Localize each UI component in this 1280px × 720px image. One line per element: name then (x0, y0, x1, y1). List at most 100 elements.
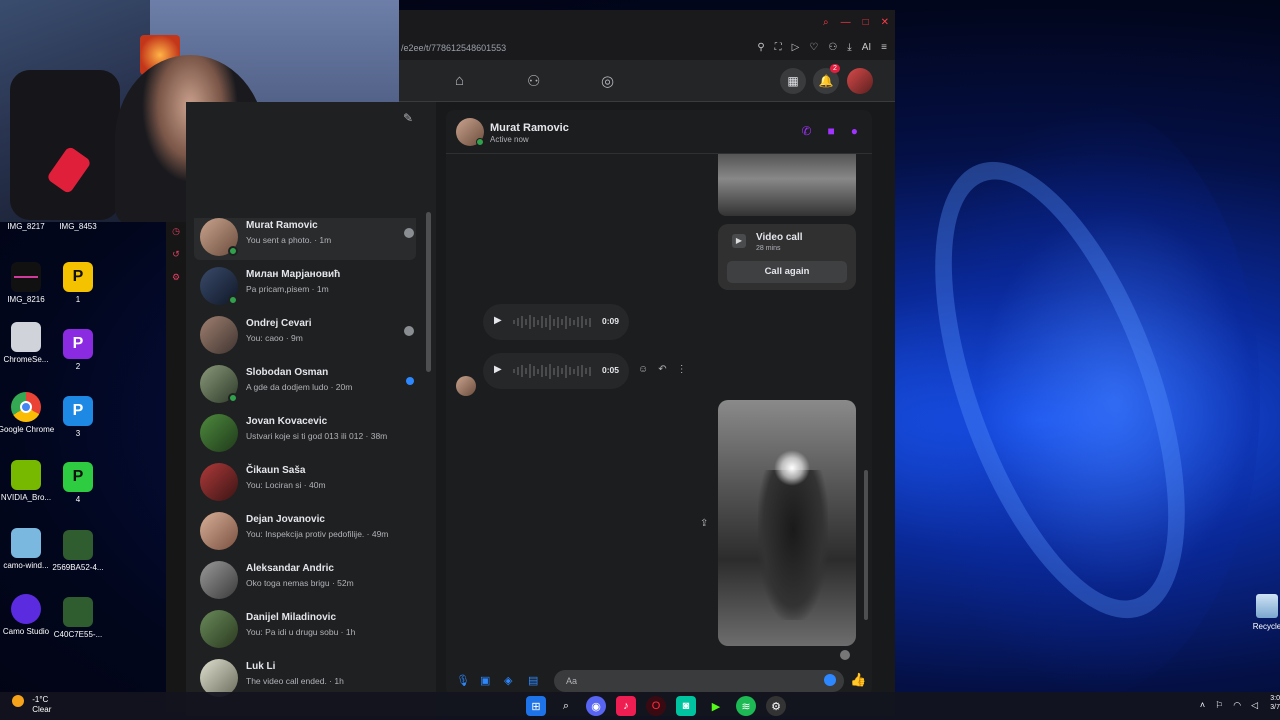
profile-icon[interactable]: ⚇ (828, 42, 837, 53)
kick-icon[interactable]: ▶ (706, 696, 726, 716)
sent-photo-top[interactable] (718, 154, 856, 216)
chat-list-item[interactable]: Aleksandar Andric Oko togа nemas brigu · … (194, 555, 416, 603)
like-icon[interactable]: 👍 (850, 672, 866, 688)
play-icon[interactable]: ▷ (792, 42, 800, 53)
image-icon[interactable]: ▣ (480, 674, 490, 687)
chevron-up-icon[interactable]: ˄ (1200, 700, 1205, 711)
desktop-icon-p4[interactable]: P 4 (46, 462, 110, 504)
conversation-scrollbar[interactable] (864, 470, 868, 620)
home-icon[interactable]: ⌂ (455, 72, 464, 89)
voice-duration: 0:09 (601, 316, 619, 326)
play-icon[interactable]: ▶ (494, 364, 502, 375)
online-indicator (228, 295, 238, 305)
search-icon[interactable]: ⌕ (556, 696, 576, 716)
photo-subject (758, 470, 828, 620)
close-button[interactable]: ✕ (881, 17, 889, 28)
info-icon[interactable]: ● (851, 124, 858, 138)
sent-photo[interactable] (718, 400, 856, 646)
search-tab-icon[interactable]: ⌕ (823, 17, 829, 28)
wifi-icon[interactable]: ◠ (1233, 700, 1241, 711)
desktop-icon-p1[interactable]: P 1 (46, 262, 110, 304)
voice-message: ▶ 0:09 (483, 304, 629, 340)
chat-name: Dejan Jovanovic (246, 514, 325, 525)
menu-grid-icon[interactable]: ▦ (780, 68, 806, 94)
contact-status: Active now (490, 135, 529, 144)
seen-avatar (404, 326, 414, 336)
opera-gx-icon[interactable]: O (646, 696, 666, 716)
chat-list-item[interactable]: Милан Марјановић Pa pricam,pisem · 1m (194, 261, 416, 309)
clock[interactable]: 3:0 3/7 (1270, 694, 1280, 712)
voice-message: ▶ 0:05 (483, 353, 629, 389)
chat-list-item[interactable]: Jovan Kovacevic Ustvari koje si ti god 01… (194, 408, 416, 456)
installer-icon (11, 322, 41, 352)
menu-icon[interactable]: ≡ (881, 42, 887, 53)
discord-icon[interactable]: ◉ (586, 696, 606, 716)
ai-button[interactable]: AI (862, 42, 871, 53)
desktop-icon-p3[interactable]: P 3 (46, 396, 110, 438)
address-bar-tools: ⚲ ⛶ ▷ ♡ ⚇ ⤓ AI ≡ (757, 42, 887, 53)
windows-start-icon[interactable]: ⊞ (526, 696, 546, 716)
online-indicator (228, 393, 238, 403)
chat-list-item[interactable]: Dejan Jovanovic You: Inspekcija protiv pe… (194, 506, 416, 554)
clock-icon[interactable]: ◷ (166, 226, 186, 237)
heart-icon[interactable]: ♡ (809, 42, 818, 53)
address-text[interactable]: /e2ee/t/778612548601553 (401, 43, 506, 53)
history-icon[interactable]: ↺ (166, 249, 186, 260)
download-icon[interactable]: ⤓ (847, 42, 851, 53)
desktop-icon-recycle-bin[interactable]: Recycle (1252, 594, 1280, 631)
tiktok-icon[interactable]: ♪ (616, 696, 636, 716)
spotify-icon[interactable]: ≋ (736, 696, 756, 716)
p-app-icon: P (63, 462, 93, 492)
pin-icon[interactable]: ⚲ (757, 42, 764, 53)
profile-avatar[interactable] (847, 68, 873, 94)
desktop-icon-img-8453[interactable]: IMG_8453 (46, 222, 110, 231)
chat-preview: You sent a photo. · 1m (246, 235, 332, 245)
share-icon[interactable]: ⇪ (700, 518, 708, 529)
chat-preview: A gde da dodjem ludo · 20m (246, 382, 353, 392)
chat-list-item[interactable]: Ondrej Cevari You: caoo · 9m (194, 310, 416, 358)
screenshot-icon[interactable]: ⛶ (775, 42, 782, 53)
call-again-button[interactable]: Call again (727, 261, 847, 283)
gif-icon[interactable]: ▤ (528, 674, 538, 687)
desktop-icon-2569ba52[interactable]: 2569BA52-4... (46, 530, 110, 572)
online-indicator (228, 246, 238, 256)
weather-widget[interactable]: -1°C Clear (12, 695, 51, 715)
groups-icon[interactable]: ◎ (601, 72, 614, 90)
video-call-icon[interactable]: ■ (828, 124, 835, 138)
chat-preview: The video call ended. · 1h (246, 676, 344, 686)
chat-avatar (200, 561, 238, 599)
phone-call-icon[interactable]: ✆ (801, 124, 811, 138)
chat-list-item[interactable]: Slobodan Osman A gde da dodjem ludo · 20m (194, 359, 416, 407)
volume-icon[interactable]: ◁ (1251, 700, 1258, 711)
installer-icon (11, 528, 41, 558)
chat-name: Aleksandar Andric (246, 563, 334, 574)
play-icon[interactable]: ▶ (494, 315, 502, 326)
chat-list-item[interactable]: Murat Ramovic You sent a photo. · 1m (194, 218, 416, 260)
address-bar[interactable]: /e2ee/t/778612548601553 ⚲ ⛶ ▷ ♡ ⚇ ⤓ AI ≡ (399, 38, 895, 60)
contact-name[interactable]: Murat Ramovic (490, 122, 569, 134)
maximize-button[interactable]: □ (863, 17, 869, 28)
friends-icon[interactable]: ⚇ (527, 72, 540, 90)
steam-icon[interactable]: ⚙ (766, 696, 786, 716)
chat-app-icon[interactable]: ◙ (676, 696, 696, 716)
chat-preview: You: caoo · 9m (246, 333, 303, 343)
chat-name: Čikaun Saša (246, 465, 306, 476)
emoji-icon[interactable] (824, 674, 836, 686)
reply-icon[interactable]: ↶ (658, 364, 666, 375)
desktop-icon-c40c7e55[interactable]: C40C7E55-... (46, 597, 110, 639)
network-icon[interactable]: ⚐ (1215, 700, 1223, 711)
desktop-icon-p2[interactable]: P 2 (46, 329, 110, 371)
recycle-bin-icon (1256, 594, 1278, 618)
compose-icon[interactable]: ✎ (403, 111, 413, 125)
sticker-icon[interactable]: ◈ (504, 674, 512, 687)
microphone-icon[interactable]: 🎙 (456, 674, 470, 687)
minimize-button[interactable]: — (841, 17, 851, 28)
video-call-card: ▶ Video call 28 mins Call again (718, 224, 856, 290)
react-icon[interactable]: ☺ (638, 364, 648, 375)
chat-list-item[interactable]: Čikaun Saša You: Lociran si · 40m (194, 457, 416, 505)
unread-dot (406, 377, 414, 385)
chat-list-item[interactable]: Danijel Miladinovic You: Pa idi u drugu s… (194, 604, 416, 652)
message-input[interactable]: Aa (554, 670, 844, 692)
settings-icon[interactable]: ⚙ (166, 272, 186, 283)
more-icon[interactable]: ⋮ (677, 364, 687, 375)
